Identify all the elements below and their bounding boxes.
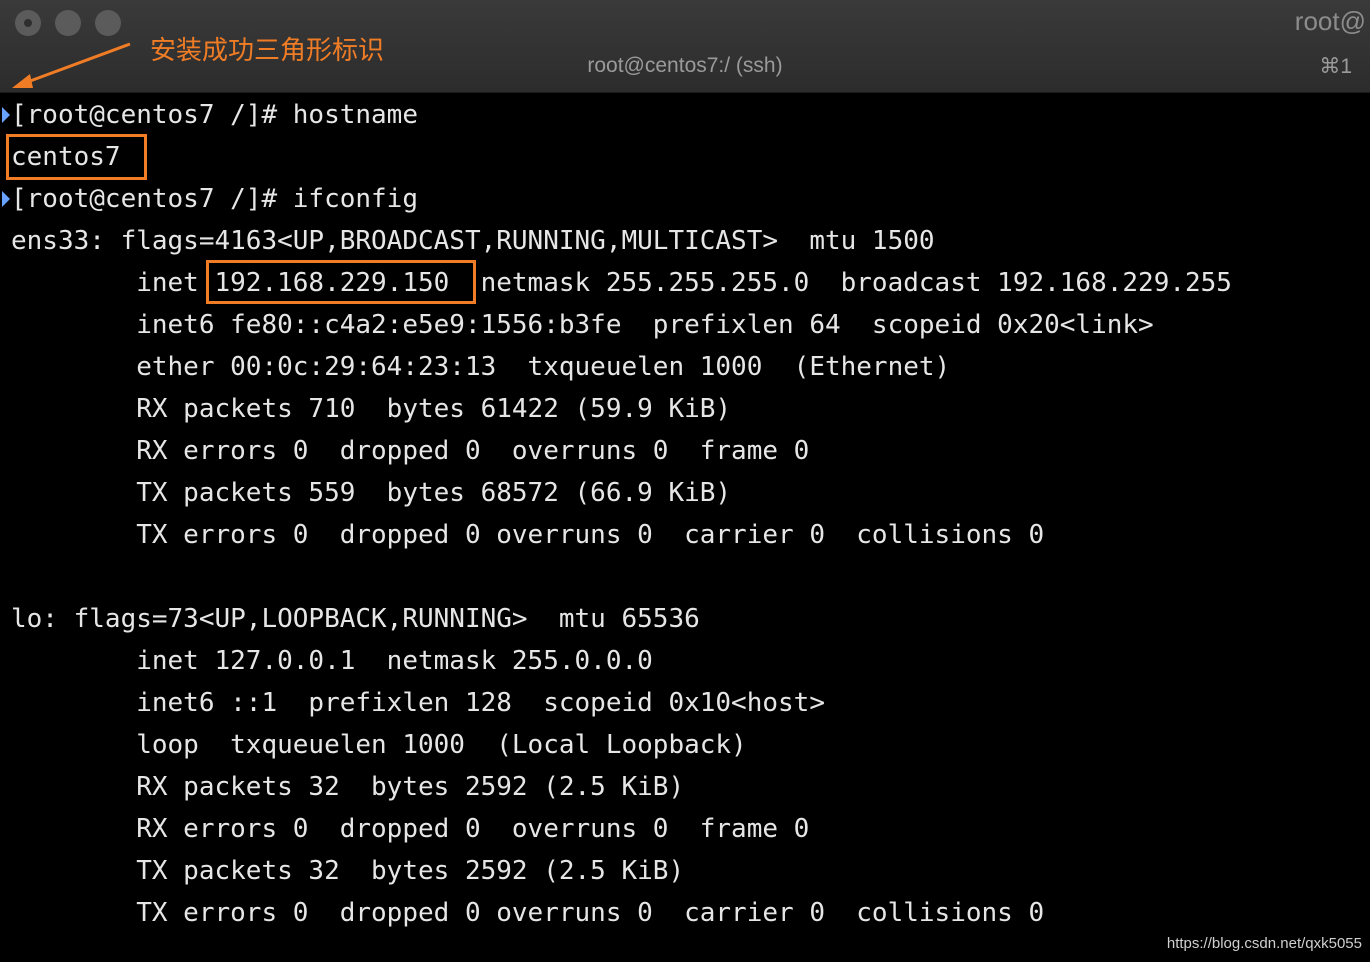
terminal-line: inet6 fe80::c4a2:e5e9:1556:b3fe prefixle…	[11, 310, 1154, 340]
terminal-line: TX errors 0 dropped 0 overruns 0 carrier…	[11, 898, 1045, 928]
terminal-line: TX packets 32 bytes 2592 (2.5 KiB)	[11, 856, 685, 886]
terminal-line: inet 192.168.229.150 netmask 255.255.255…	[11, 268, 1232, 298]
annotation-label: 安装成功三角形标识	[150, 36, 385, 66]
terminal-line: [root@centos7 /]# hostname	[11, 100, 418, 130]
terminal-line: inet 127.0.0.1 netmask 255.0.0.0	[11, 646, 653, 676]
terminal-line: RX packets 710 bytes 61422 (59.9 KiB)	[11, 394, 732, 424]
terminal-line: RX errors 0 dropped 0 overruns 0 frame 0	[11, 814, 810, 844]
annotation-arrow-icon	[12, 42, 131, 88]
terminal-line: inet6 ::1 prefixlen 128 scopeid 0x10<hos…	[11, 688, 825, 718]
terminal-line: RX packets 32 bytes 2592 (2.5 KiB)	[11, 772, 685, 802]
watermark: https://blog.csdn.net/qxk5055	[1166, 935, 1362, 952]
terminal-line: centos7	[11, 142, 121, 172]
terminal-line: lo: flags=73<UP,LOOPBACK,RUNNING> mtu 65…	[11, 604, 700, 634]
tab-shortcut: ⌘1	[1319, 55, 1352, 78]
terminal-line: TX packets 559 bytes 68572 (66.9 KiB)	[11, 478, 732, 508]
prompt-marker-icon	[2, 191, 10, 207]
terminal-line: ether 00:0c:29:64:23:13 txqueuelen 1000 …	[11, 352, 951, 382]
terminal-line: TX errors 0 dropped 0 overruns 0 carrier…	[11, 520, 1045, 550]
terminal-line: ens33: flags=4163<UP,BROADCAST,RUNNING,M…	[11, 226, 935, 256]
prompt-marker-icon	[2, 107, 10, 123]
terminal-line: RX errors 0 dropped 0 overruns 0 frame 0	[11, 436, 810, 466]
terminal-line: loop txqueuelen 1000 (Local Loopback)	[11, 730, 747, 760]
terminal-output[interactable]: [root@centos7 /]# hostname centos7 [root@c…	[0, 94, 1370, 962]
tab-title: root@	[1294, 6, 1366, 36]
terminal-line: [root@centos7 /]# ifconfig	[11, 184, 418, 214]
